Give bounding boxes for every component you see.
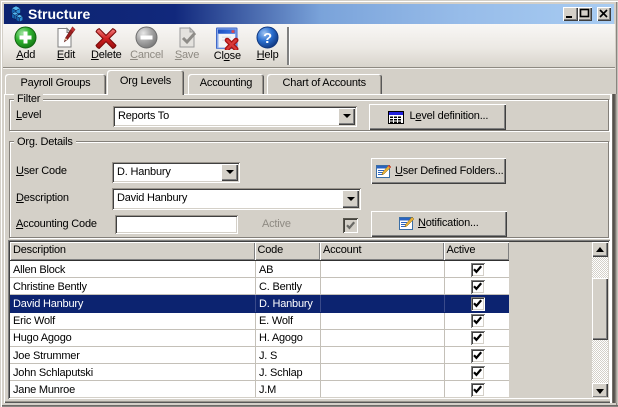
svg-text:?: ? <box>263 30 272 47</box>
